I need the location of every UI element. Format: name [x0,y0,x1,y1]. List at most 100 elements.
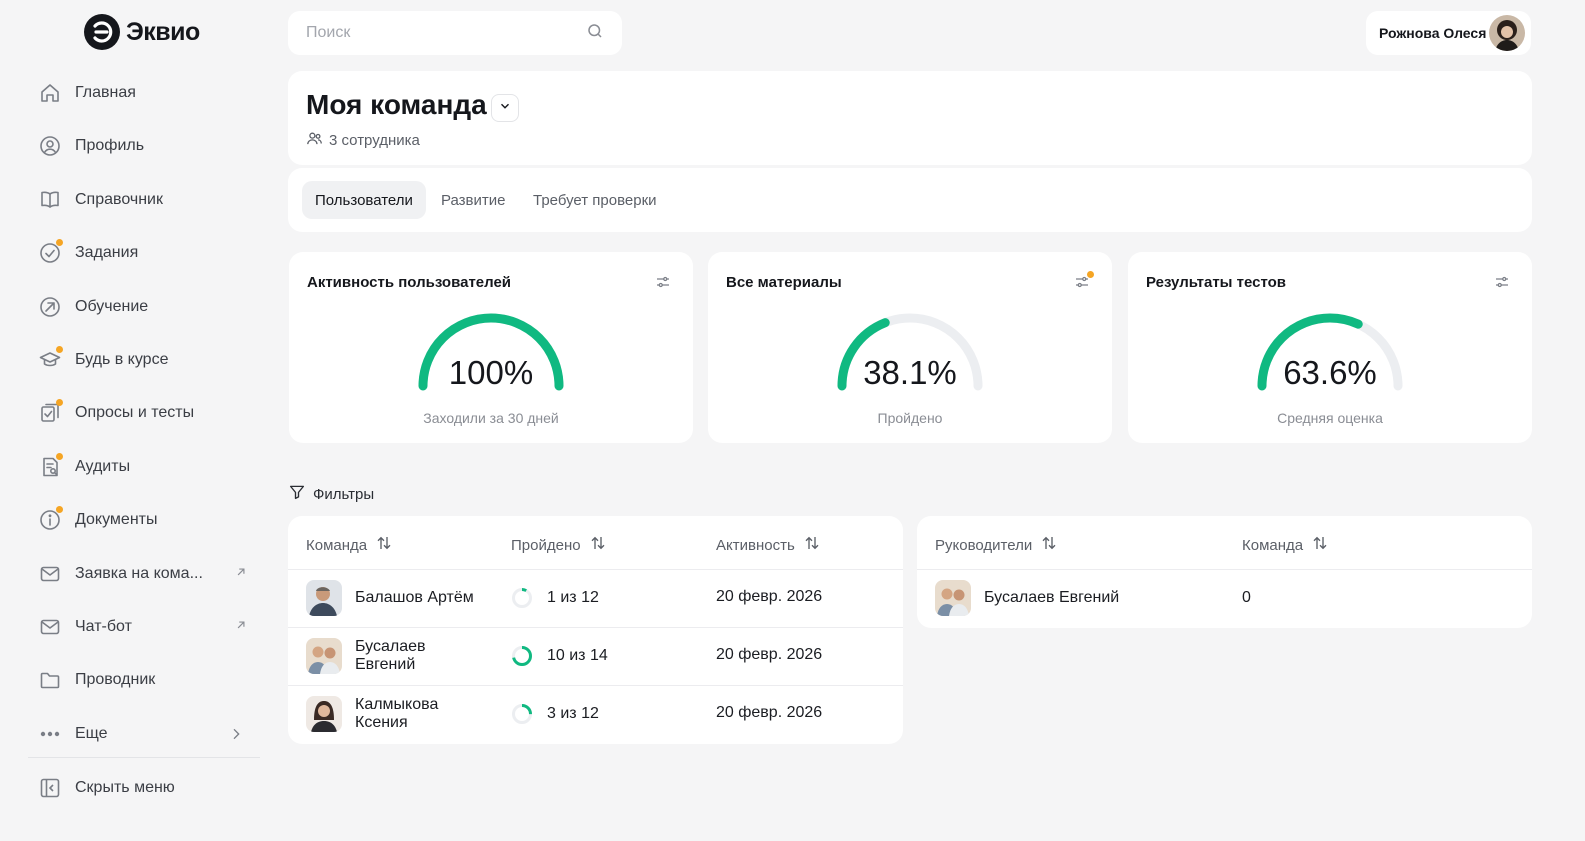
sliders-icon [654,273,672,296]
sidebar-item-5[interactable]: Обучение [38,292,258,322]
activity-date: 20 февр. 2026 [716,588,823,605]
notification-dot [56,239,63,246]
user-avatar [1489,15,1525,51]
column-header-team[interactable]: Команда [306,534,393,556]
stat-card-tests: Результаты тестов 63.6% Средняя оценка [1128,252,1532,443]
progress-cell: 3 из 12 [511,703,599,725]
folder-icon [38,668,62,692]
filter-icon [288,483,306,505]
collapse-menu-button[interactable]: Скрыть меню [38,773,258,803]
stat-value: 38.1% [863,354,957,391]
tab-development[interactable]: Развитие [428,181,519,219]
tab-needs-review[interactable]: Требует проверки [520,181,670,219]
sort-icon [589,534,607,556]
progress-ring [512,704,532,724]
activity-date: 20 февр. 2026 [716,704,823,721]
graduation-cap-icon [38,346,63,372]
sidebar-item-label: Главная [75,84,136,101]
collapse-sidebar-icon [38,776,62,800]
table-row[interactable]: Калмыкова Ксения 3 из 12 20 февр. 2026 [288,685,903,743]
sidebar-item-label: Обучение [75,298,149,315]
filters-label: Фильтры [313,485,375,503]
sidebar-item-12[interactable]: Проводник [38,665,258,695]
sidebar-item-8[interactable]: Аудиты [38,452,258,482]
column-header-label: Руководители [935,536,1033,554]
stat-value: 100% [448,354,534,391]
info-icon [38,506,63,532]
sidebar-item-2[interactable]: Профиль [38,131,258,161]
employee-count: 3 сотрудника [306,130,420,151]
stat-card-materials: Все материалы 38.1% Пройдено [708,252,1112,443]
column-header-passed[interactable]: Пройдено [511,534,607,556]
progress-cell: 10 из 14 [511,645,608,667]
person-cell: Балашов Артём [306,580,474,616]
search-input[interactable] [306,24,586,42]
avatar [306,638,342,674]
brand-name: Эквио [126,17,200,46]
search-icon[interactable] [586,22,604,45]
logo-icon [84,14,120,50]
team-table: Команда Пройдено Активность Балашов Артё… [288,516,903,744]
column-header-team[interactable]: Команда [1242,534,1329,556]
logo[interactable]: Эквио [84,14,200,50]
sidebar-item-label: Будь в курсе [75,351,169,368]
person-name: Балашов Артём [355,589,474,606]
tab-users[interactable]: Пользователи [302,181,426,219]
search-box [288,11,622,55]
avatar [306,696,342,732]
home-icon [38,81,62,105]
sort-icon [803,534,821,556]
sliders-icon [1493,273,1511,296]
user-circle-icon [38,134,62,158]
sidebar-item-label: Документы [75,511,158,528]
stat-settings-button[interactable] [649,270,677,298]
column-header-managers[interactable]: Руководители [935,534,1058,556]
stat-title: Все материалы [726,274,842,291]
notification-dot [56,346,63,353]
chevron-right-icon [228,726,244,747]
sidebar-item-label: Опросы и тесты [75,404,195,421]
team-dropdown-button[interactable] [491,94,519,122]
user-menu[interactable]: Рожнова Олеся [1366,11,1531,55]
sidebar-item-label: Задания [75,244,139,261]
stat-subtitle: Пройдено [877,410,943,426]
column-header-activity[interactable]: Активность [716,534,821,556]
progress-ring [512,588,532,608]
sidebar-item-3[interactable]: Справочник [38,185,258,215]
sidebar-item-13[interactable]: Еще [38,719,258,749]
column-header-label: Команда [306,536,368,554]
stat-settings-button[interactable] [1488,270,1516,298]
sidebar-item-label: Заявка на кома... [75,565,203,582]
sidebar-item-9[interactable]: Документы [38,505,258,535]
sidebar-item-7[interactable]: Опросы и тесты [38,398,258,428]
tabs-bar: Пользователи Развитие Требует проверки [288,168,1532,232]
team-header: Моя команда 3 сотрудника [288,71,1532,165]
stat-settings-button[interactable] [1068,270,1096,298]
sidebar-item-11[interactable]: Чат-бот [38,612,258,642]
table-row[interactable]: Бусалаев Евгений 0 [917,569,1532,627]
sidebar-item-label: Профиль [75,137,145,154]
sidebar-item-label: Еще [75,725,108,742]
employee-count-label: 3 сотрудника [329,132,420,149]
sidebar: Эквио Главная Профиль Справочник Задания Обу… [0,0,270,841]
person-cell: Бусалаев Евгений [935,580,1119,616]
sidebar-divider [28,757,260,758]
sidebar-item-4[interactable]: Задания [38,238,258,268]
avatar [306,580,342,616]
sidebar-item-1[interactable]: Главная [38,78,258,108]
sidebar-item-6[interactable]: Будь в курсе [38,345,258,375]
sidebar-item-10[interactable]: Заявка на кома... [38,559,258,589]
person-name: Бусалаев Евгений [984,589,1120,606]
table-row[interactable]: Балашов Артём 1 из 12 20 февр. 2026 [288,569,903,627]
progress-text: 1 из 12 [547,589,599,606]
mail-icon [38,615,62,639]
filters-button[interactable]: Фильтры [288,483,374,505]
table-row[interactable]: Бусалаев Евгений 10 из 14 20 февр. 2026 [288,627,903,685]
survey-icon [38,399,63,425]
person-cell: Бусалаев Евгений [306,638,435,674]
mail-icon [38,562,62,586]
chevron-down-icon [498,99,512,118]
sort-icon [1311,534,1329,556]
progress-ring [512,646,532,666]
notification-dot [1087,271,1094,278]
